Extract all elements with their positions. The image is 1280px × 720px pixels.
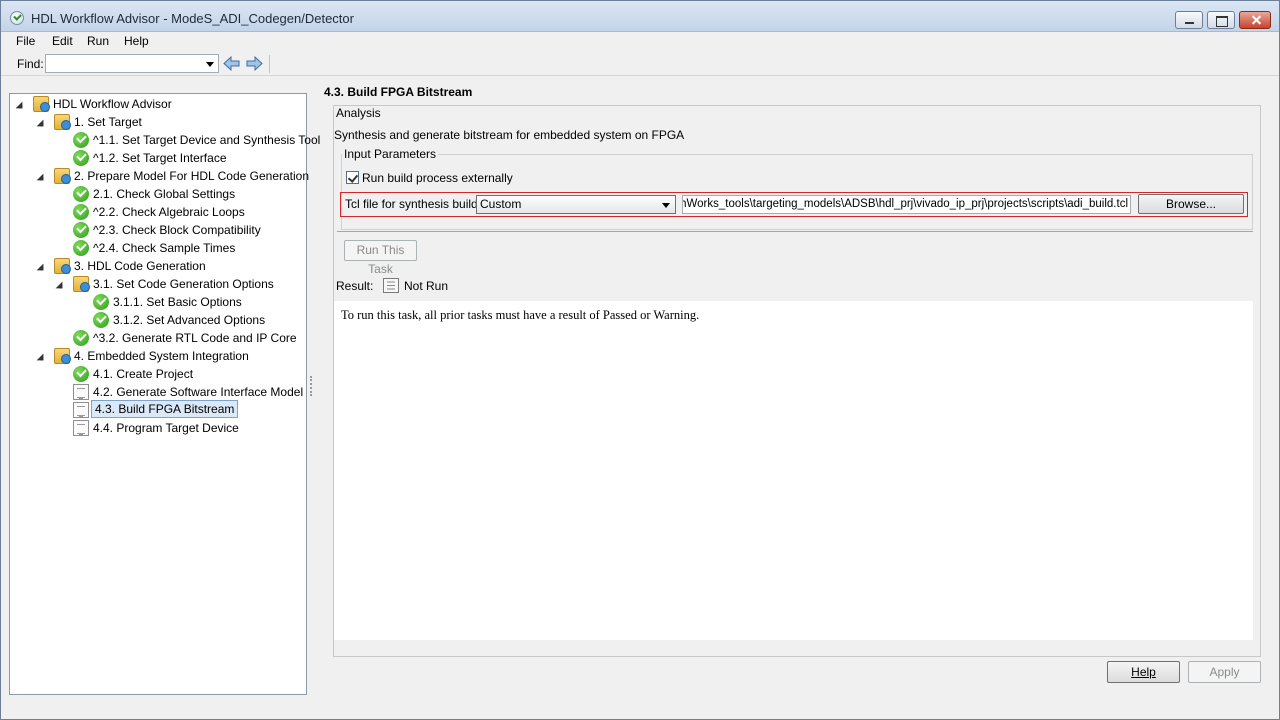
passed-check-icon	[73, 150, 89, 166]
chevron-down-icon	[662, 203, 670, 208]
help-button[interactable]: Help	[1107, 661, 1180, 683]
tree-item-label: 2.1. Check Global Settings	[93, 187, 236, 201]
tree-item-label: ^3.2. Generate RTL Code and IP Core	[93, 331, 297, 345]
expander-icon[interactable]	[55, 281, 63, 289]
result-message: To run this task, all prior tasks must h…	[341, 308, 700, 322]
result-value: Not Run	[404, 279, 449, 293]
not-run-doc-icon	[73, 420, 89, 436]
tree-item-label: ^2.3. Check Block Compatibility	[93, 223, 261, 237]
run-externally-label[interactable]: Run build process externally	[362, 171, 513, 185]
folder-icon	[54, 114, 71, 130]
result-label: Result:	[336, 279, 374, 293]
passed-check-icon	[73, 240, 89, 256]
menu-file[interactable]: File	[16, 34, 35, 48]
passed-check-icon	[73, 330, 89, 346]
tcl-file-select[interactable]: Custom	[476, 195, 676, 214]
analysis-legend: Analysis	[334, 106, 383, 120]
minimize-button[interactable]	[1175, 11, 1203, 29]
passed-check-icon	[93, 294, 109, 310]
pane-splitter[interactable]	[310, 376, 312, 396]
tcl-file-path-value: MathWorks_tools\targeting_models\ADSB\hd…	[682, 198, 1128, 210]
tree-item-label: 4. Embedded System Integration	[74, 349, 249, 363]
expander-icon[interactable]	[36, 119, 44, 127]
tree-item-label: 3. HDL Code Generation	[74, 259, 206, 273]
tree-item-label: 3.1.1. Set Basic Options	[113, 295, 242, 309]
not-run-doc-icon	[73, 402, 89, 418]
tree-item-label: HDL Workflow Advisor	[53, 97, 172, 111]
folder-icon	[54, 258, 71, 274]
forward-arrow-icon[interactable]	[245, 55, 263, 72]
passed-check-icon	[73, 132, 89, 148]
result-area: To run this task, all prior tasks must h…	[334, 301, 1253, 640]
app-icon	[10, 11, 24, 25]
run-this-task-button[interactable]: Run This Task	[344, 240, 417, 276]
menu-edit[interactable]: Edit	[52, 34, 73, 48]
menu-run[interactable]: Run	[87, 34, 109, 48]
task-tree[interactable]: HDL Workflow Advisor 1. Set Target ^1.1.…	[9, 93, 320, 695]
folder-icon	[73, 276, 90, 292]
toolbar: Find:	[1, 52, 1279, 76]
folder-icon	[54, 348, 71, 364]
tcl-file-select-value: Custom	[480, 197, 522, 211]
find-label: Find:	[17, 57, 44, 71]
expander-icon[interactable]	[36, 173, 44, 181]
toolbar-separator	[269, 55, 270, 73]
maximize-button[interactable]	[1207, 11, 1235, 29]
tree-item-label: 1. Set Target	[74, 115, 142, 129]
folder-icon	[33, 96, 50, 112]
passed-check-icon	[73, 204, 89, 220]
tree-item-label: 4.2. Generate Software Interface Model	[93, 385, 304, 399]
analysis-description: Synthesis and generate bitstream for emb…	[334, 128, 685, 142]
folder-icon	[54, 168, 71, 184]
task-panel: 4.3. Build FPGA Bitstream Analysis Synth…	[321, 81, 1273, 691]
passed-check-icon	[93, 312, 109, 328]
input-parameters-legend: Input Parameters	[342, 147, 439, 161]
close-button[interactable]	[1239, 11, 1271, 29]
task-title: 4.3. Build FPGA Bitstream	[324, 85, 473, 99]
app-window: HDL Workflow Advisor - ModeS_ADI_Codegen…	[0, 0, 1280, 720]
tree-item-label: ^2.4. Check Sample Times	[93, 241, 236, 255]
expander-icon[interactable]	[36, 263, 44, 271]
tree-item-label: 4.3. Build FPGA Bitstream	[91, 400, 239, 418]
expander-icon[interactable]	[15, 101, 23, 109]
passed-check-icon	[73, 222, 89, 238]
tree-item-label: 4.4. Program Target Device	[93, 421, 239, 435]
passed-check-icon	[73, 186, 89, 202]
tree-item-label: 3.1. Set Code Generation Options	[93, 277, 274, 291]
tcl-file-label: Tcl file for synthesis build:	[345, 197, 482, 211]
tree-item-label: ^1.1. Set Target Device and Synthesis To…	[93, 133, 321, 147]
tree-item-label: 4.1. Create Project	[93, 367, 194, 381]
chevron-down-icon	[206, 62, 214, 67]
run-externally-checkbox[interactable]	[346, 171, 359, 184]
tree-item-label: ^2.2. Check Algebraic Loops	[93, 205, 245, 219]
window-title: HDL Workflow Advisor - ModeS_ADI_Codegen…	[31, 11, 354, 26]
passed-check-icon	[73, 366, 89, 382]
apply-button[interactable]: Apply	[1188, 661, 1261, 683]
find-combobox[interactable]	[45, 54, 219, 73]
browse-button[interactable]: Browse...	[1138, 194, 1244, 214]
tree-item-label: 2. Prepare Model For HDL Code Generation	[74, 169, 310, 183]
back-arrow-icon[interactable]	[223, 55, 241, 72]
title-bar[interactable]: HDL Workflow Advisor - ModeS_ADI_Codegen…	[1, 1, 1279, 32]
divider	[337, 231, 1253, 232]
menu-help[interactable]: Help	[124, 34, 149, 48]
not-run-doc-icon	[73, 384, 89, 400]
expander-icon[interactable]	[36, 353, 44, 361]
tcl-file-path-input[interactable]: MathWorks_tools\targeting_models\ADSB\hd…	[682, 195, 1131, 214]
menu-bar: File Edit Run Help	[1, 32, 1279, 51]
tree-item-label: 3.1.2. Set Advanced Options	[113, 313, 266, 327]
not-run-doc-icon	[383, 278, 399, 293]
tree-item-label: ^1.2. Set Target Interface	[93, 151, 227, 165]
